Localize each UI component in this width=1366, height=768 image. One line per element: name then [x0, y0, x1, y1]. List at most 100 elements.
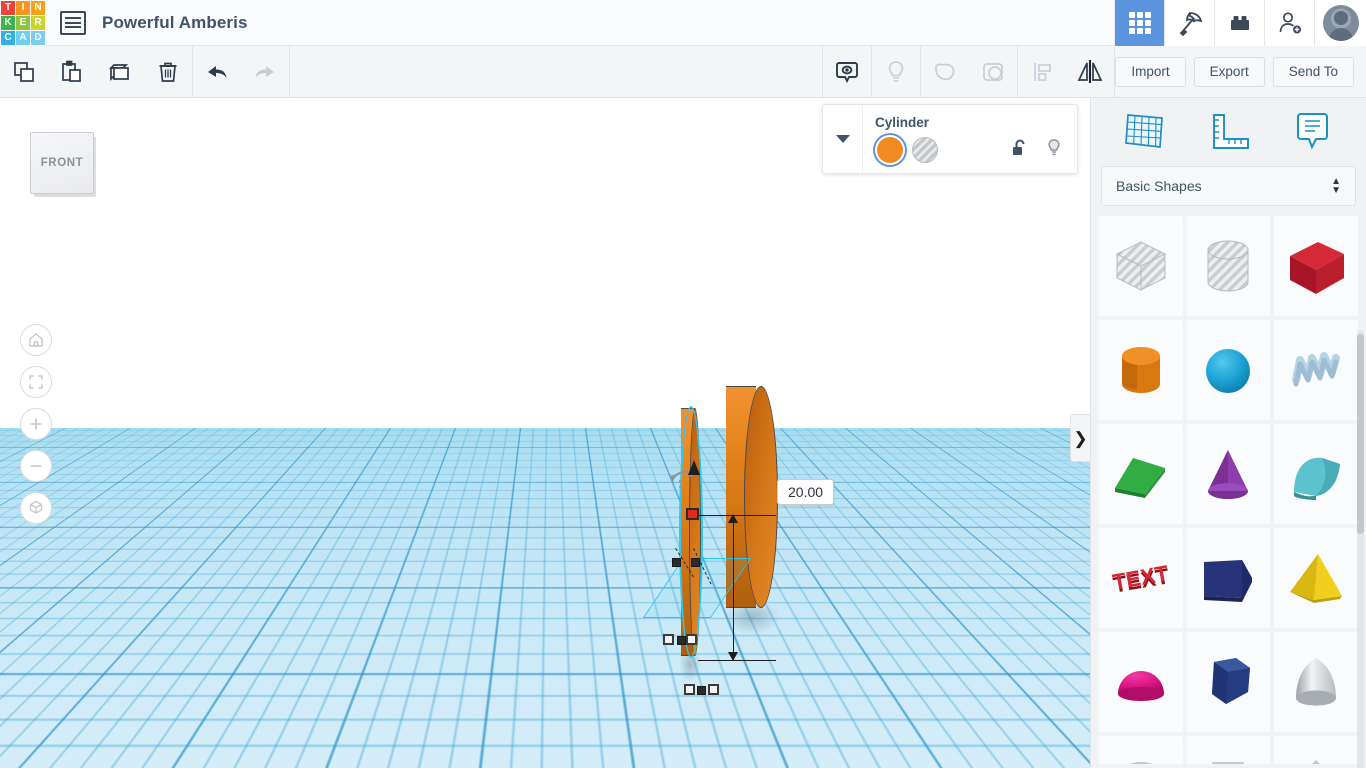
- hole-swatch[interactable]: [912, 137, 938, 163]
- solid-color-swatch[interactable]: [877, 137, 903, 163]
- panel-collapse-toggle[interactable]: ❯: [1070, 414, 1090, 462]
- header-actions: [1114, 0, 1366, 46]
- home-view-icon[interactable]: [20, 324, 52, 356]
- shape-extra-1[interactable]: [1099, 736, 1183, 764]
- tinkercad-logo[interactable]: T I N K E R C A D: [0, 0, 46, 46]
- note-icon[interactable]: [1281, 108, 1343, 154]
- shape-roof[interactable]: [1099, 424, 1183, 524]
- shape-text[interactable]: TEXT TEXT: [1099, 528, 1183, 628]
- logo-tile: D: [31, 31, 45, 45]
- shape-hex-prism[interactable]: [1187, 632, 1271, 732]
- cylinder-disc-3[interactable]: [681, 408, 701, 656]
- shape-cylinder-hole[interactable]: [1187, 216, 1271, 316]
- lightbulb-icon[interactable]: [1045, 138, 1063, 163]
- snap-grid-select[interactable]: 1.0 mm ▲: [994, 733, 1080, 758]
- cylinder-disc-1[interactable]: [541, 484, 587, 694]
- avatar[interactable]: [1314, 0, 1366, 46]
- page-title: Powerful Amberis: [102, 13, 248, 33]
- shape-extra-2[interactable]: [1187, 736, 1271, 764]
- edit-grid-button[interactable]: Edit Grid: [957, 699, 1032, 722]
- height-handle[interactable]: [686, 508, 699, 520]
- shape-paraboloid[interactable]: [1274, 632, 1358, 732]
- scale-handle-corner[interactable]: [686, 634, 697, 645]
- fit-to-view-icon[interactable]: [20, 366, 52, 398]
- chevron-down-icon[interactable]: [823, 105, 863, 173]
- duplicate-icon[interactable]: [96, 46, 144, 98]
- history-tool-group: [193, 46, 289, 98]
- zoom-out-icon[interactable]: [20, 450, 52, 482]
- property-panel-row: [875, 137, 1065, 163]
- shapes-sidebar: Basic Shapes ▲ ▼ TEXT TEXT: [1090, 98, 1366, 768]
- sidebar-scrollbar-thumb[interactable]: [1357, 334, 1364, 534]
- logo-tile: K: [1, 16, 15, 30]
- sidebar-tabs: [1091, 98, 1366, 164]
- toolbar-action-buttons: Import Export Send To: [1115, 57, 1366, 87]
- viewport-nav-controls: [20, 324, 52, 524]
- shape-category-value: Basic Shapes: [1116, 178, 1202, 194]
- copy-icon[interactable]: [0, 46, 48, 98]
- shape-category-wrapper: Basic Shapes ▲ ▼: [1091, 164, 1366, 216]
- dimension-value-label[interactable]: 20.00: [777, 479, 834, 505]
- 3d-viewport[interactable]: FRONT 20.00 ❯ Edit Grid Snap Grid 1.0 mm…: [0, 98, 1090, 768]
- property-panel-body: Cylinder: [863, 105, 1077, 173]
- cylinder-disc-2[interactable]: [613, 484, 657, 694]
- mirror-icon[interactable]: [1066, 46, 1114, 98]
- scale-handle-mid[interactable]: [677, 636, 686, 645]
- logo-tile: T: [1, 1, 15, 15]
- cylinder-face: [636, 484, 657, 694]
- property-panel-icons: [1011, 138, 1065, 163]
- shape-category-select[interactable]: Basic Shapes ▲ ▼: [1101, 166, 1356, 206]
- redo-icon[interactable]: [241, 46, 289, 98]
- cylinder-face: [565, 484, 587, 694]
- logo-tile: C: [1, 31, 15, 45]
- group-icon: [921, 46, 969, 98]
- shape-pyramid[interactable]: [1274, 528, 1358, 628]
- rotate-handle-icon[interactable]: [666, 458, 708, 492]
- dimension-arrow-down: [728, 652, 738, 661]
- dimension-line-vertical: [733, 515, 734, 661]
- zoom-in-icon[interactable]: [20, 408, 52, 440]
- cylinder-face: [744, 386, 778, 608]
- grid-apps-icon[interactable]: [1114, 0, 1164, 46]
- scale-handle-corner[interactable]: [663, 634, 674, 645]
- shape-polygon[interactable]: [1187, 528, 1271, 628]
- export-button[interactable]: Export: [1194, 57, 1265, 87]
- list-document-icon[interactable]: [60, 11, 86, 35]
- show-hide-eye-icon[interactable]: [823, 46, 871, 98]
- dimension-arrow-up: [728, 514, 738, 523]
- object-property-panel: Cylinder: [822, 104, 1078, 174]
- scale-handle-base-left[interactable]: [672, 558, 681, 567]
- shape-box-hole[interactable]: [1099, 216, 1183, 316]
- tinkercad-app: T I N K E R C A D Powerful Amberis Impor…: [0, 0, 1366, 768]
- scale-handle-front-mid[interactable]: [697, 686, 706, 695]
- perspective-toggle-icon[interactable]: [20, 492, 52, 524]
- pickaxe-icon[interactable]: [1164, 0, 1214, 46]
- svg-text:TEXT: TEXT: [1111, 560, 1171, 594]
- shape-box[interactable]: [1274, 216, 1358, 316]
- shape-scribble[interactable]: [1274, 320, 1358, 420]
- scale-handle-front-right[interactable]: [708, 684, 719, 695]
- main-toolbar: Import Export Send To: [0, 46, 1366, 98]
- lego-brick-icon[interactable]: [1214, 0, 1264, 46]
- shape-cone[interactable]: [1187, 424, 1271, 524]
- workplane-icon[interactable]: [1114, 108, 1176, 154]
- app-header: T I N K E R C A D Powerful Amberis: [0, 0, 1366, 46]
- undo-icon[interactable]: [193, 46, 241, 98]
- shape-half-sphere[interactable]: [1099, 632, 1183, 732]
- shape-cylinder[interactable]: [1099, 320, 1183, 420]
- unlock-icon[interactable]: [1011, 138, 1029, 163]
- shape-extra-3[interactable]: [1274, 736, 1358, 764]
- view-tool-group: [823, 46, 1114, 98]
- paste-icon[interactable]: [48, 46, 96, 98]
- import-button[interactable]: Import: [1115, 57, 1185, 87]
- add-person-icon[interactable]: [1264, 0, 1314, 46]
- object-name-label: Cylinder: [875, 115, 1065, 130]
- ruler-icon[interactable]: [1197, 108, 1259, 154]
- shape-sphere[interactable]: [1187, 320, 1271, 420]
- send-to-button[interactable]: Send To: [1273, 57, 1354, 87]
- shape-round-roof[interactable]: [1274, 424, 1358, 524]
- scale-handle-base-right[interactable]: [691, 558, 700, 567]
- scale-handle-front[interactable]: [684, 684, 695, 695]
- delete-icon[interactable]: [144, 46, 192, 98]
- view-cube[interactable]: FRONT: [30, 132, 94, 194]
